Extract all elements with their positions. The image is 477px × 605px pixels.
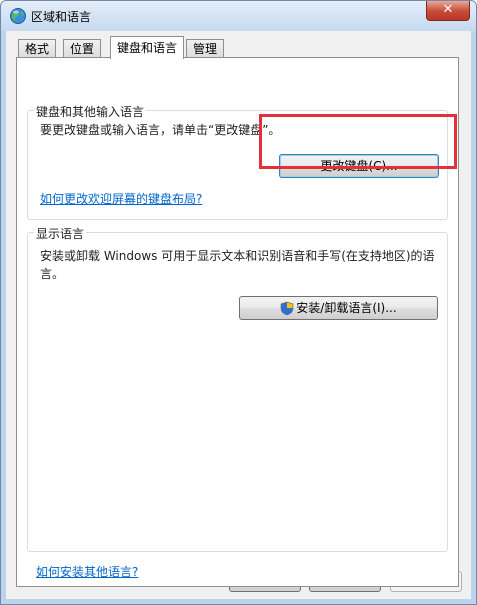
install-button-label: 安装/卸载语言(I)... <box>296 301 397 315</box>
window-title: 区域和语言 <box>31 10 92 24</box>
title-bar[interactable]: 区域和语言 ✕ <box>1 1 476 31</box>
tab-formats[interactable]: 格式 <box>18 39 57 58</box>
close-icon: ✕ <box>442 2 454 17</box>
region-language-dialog: 区域和语言 ✕ 格式 位置 键盘和语言 管理 键盘和其他输入语言 要更改键盘或输… <box>0 0 477 605</box>
install-uninstall-languages-button[interactable]: 安装/卸载语言(I)... <box>239 296 438 320</box>
display-language-title: 显示语言 <box>34 225 87 242</box>
keyboard-group: 键盘和其他输入语言 要更改键盘或输入语言，请单击“更改键盘”。 更改键盘(C).… <box>27 103 448 220</box>
welcome-screen-keyboard-link[interactable]: 如何更改欢迎屏幕的键盘布局? <box>40 190 202 207</box>
globe-icon <box>10 8 26 24</box>
install-other-languages-link[interactable]: 如何安装其他语言? <box>36 563 138 580</box>
keyboard-description: 要更改键盘或输入语言，请单击“更改键盘”。 <box>40 123 281 137</box>
tab-panel: 键盘和其他输入语言 要更改键盘或输入语言，请单击“更改键盘”。 更改键盘(C).… <box>16 57 459 587</box>
tab-keyboards-languages[interactable]: 键盘和语言 <box>110 36 185 59</box>
display-language-description-line1: 安装或卸载 Windows 可用于显示文本和识别语音和手写(在支持地区)的语 <box>40 249 435 263</box>
keyboard-group-title: 键盘和其他输入语言 <box>34 103 147 120</box>
tab-administrative[interactable]: 管理 <box>186 39 225 58</box>
uac-shield-icon <box>280 301 294 316</box>
dialog-client-area: 格式 位置 键盘和语言 管理 键盘和其他输入语言 要更改键盘或输入语言，请单击“… <box>6 31 471 599</box>
display-language-description-line2: 言。 <box>40 267 65 281</box>
close-button[interactable]: ✕ <box>426 1 470 21</box>
display-language-group: 显示语言 安装或卸载 Windows 可用于显示文本和识别语音和手写(在支持地区… <box>27 225 448 552</box>
tab-location[interactable]: 位置 <box>63 39 102 58</box>
change-keyboards-button[interactable]: 更改键盘(C)... <box>279 154 439 178</box>
